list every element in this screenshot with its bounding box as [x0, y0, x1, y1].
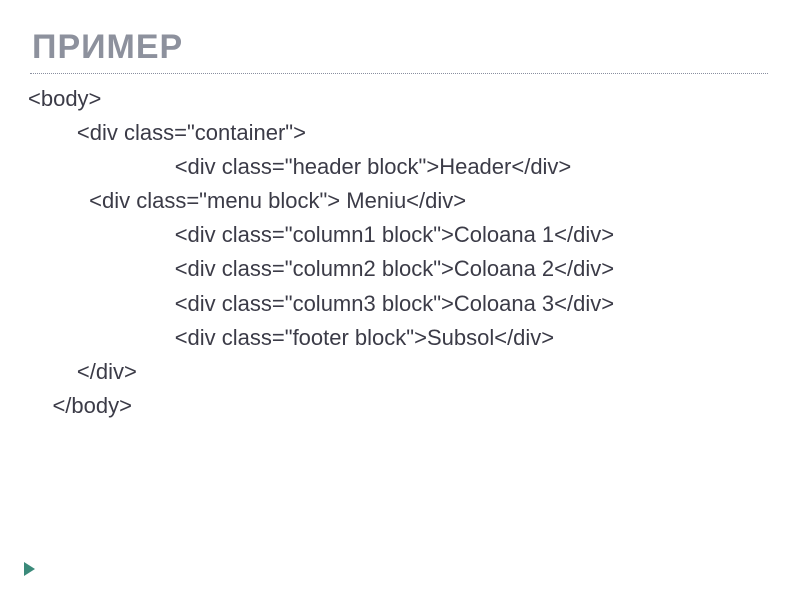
- title-divider: [30, 73, 768, 74]
- code-block: <body> <div class="container"> <div clas…: [28, 82, 776, 423]
- slide: ПРИМЕР <body> <div class="container"> <d…: [0, 0, 800, 600]
- triangle-bullet-icon: [24, 562, 35, 576]
- slide-title: ПРИМЕР: [32, 28, 776, 67]
